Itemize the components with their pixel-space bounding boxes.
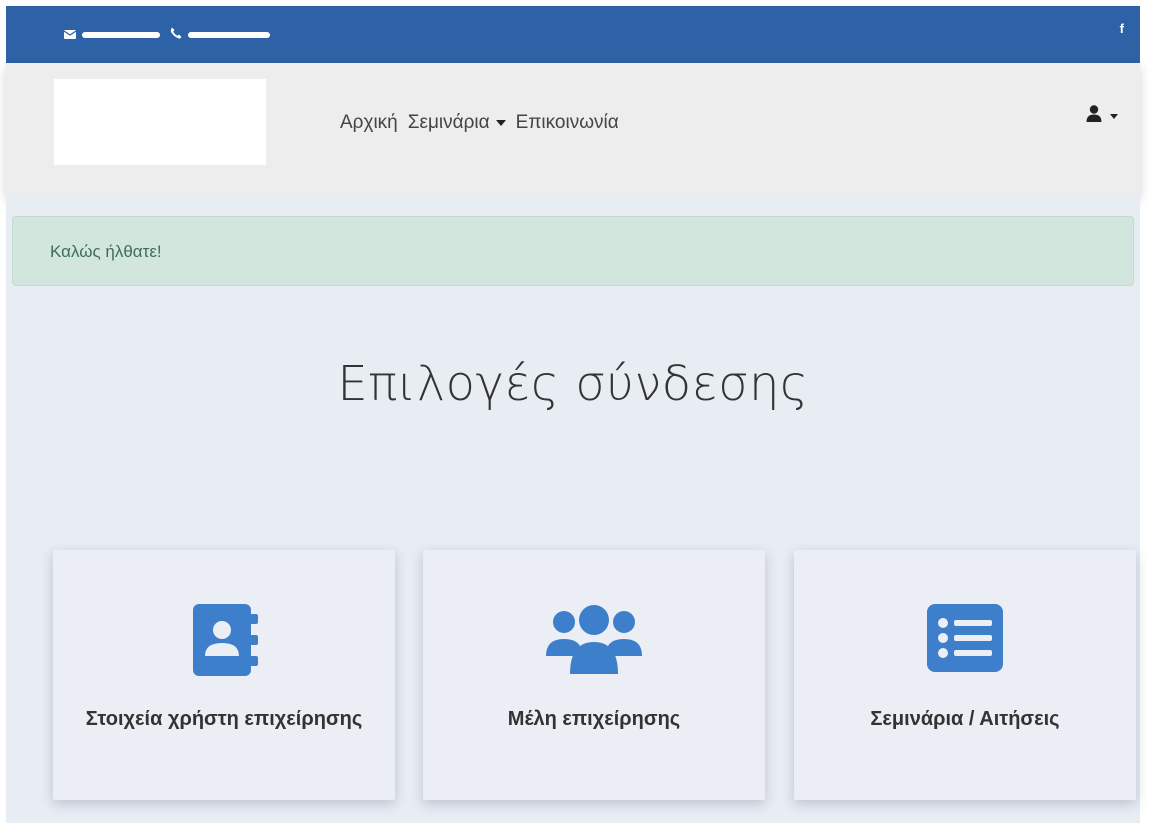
nav-seminars-label: Σεμινάρια	[407, 112, 490, 133]
redacted-email	[82, 32, 160, 38]
envelope-icon	[63, 26, 77, 44]
site-logo[interactable]	[54, 79, 266, 165]
user-menu-dropdown[interactable]	[1086, 105, 1118, 127]
facebook-icon[interactable]: f	[1120, 21, 1124, 36]
nav-seminars-dropdown[interactable]: Σεμινάρια	[408, 112, 506, 134]
caret-down-icon	[1110, 113, 1118, 119]
users-icon	[544, 604, 644, 681]
main-navbar: Αρχική Σεμινάρια Επικοινωνία	[6, 63, 1140, 196]
card-label: Στοιχεία χρήστη επιχείρησης	[85, 708, 363, 730]
card-label: Μέλη επιχείρησης	[507, 708, 681, 730]
main-content: Καλώς ήλθατε! Επιλογές σύνδεσης Στοιχεία…	[6, 196, 1140, 823]
card-seminars-applications[interactable]: Σεμινάρια / Αιτήσεις	[794, 550, 1136, 800]
email-contact[interactable]	[63, 26, 160, 44]
top-contact-bar: f	[6, 6, 1140, 63]
phone-contact[interactable]	[170, 26, 270, 44]
page-title: Επιλογές σύνδεσης	[337, 356, 809, 412]
address-book-icon	[189, 604, 259, 681]
user-icon	[1086, 105, 1102, 127]
card-label: Σεμινάρια / Αιτήσεις	[870, 708, 1060, 730]
caret-down-icon	[495, 119, 506, 126]
welcome-alert: Καλώς ήλθατε!	[12, 216, 1134, 286]
list-icon	[927, 604, 1003, 677]
card-business-user-details[interactable]: Στοιχεία χρήστη επιχείρησης	[53, 550, 395, 800]
nav-contact[interactable]: Επικοινωνία	[516, 112, 619, 134]
card-business-members[interactable]: Μέλη επιχείρησης	[423, 550, 765, 800]
redacted-phone	[188, 32, 270, 38]
contact-info	[63, 25, 280, 45]
phone-icon	[170, 26, 182, 44]
nav-home[interactable]: Αρχική	[340, 112, 398, 134]
main-menu: Αρχική Σεμινάρια Επικοινωνία	[340, 112, 629, 134]
